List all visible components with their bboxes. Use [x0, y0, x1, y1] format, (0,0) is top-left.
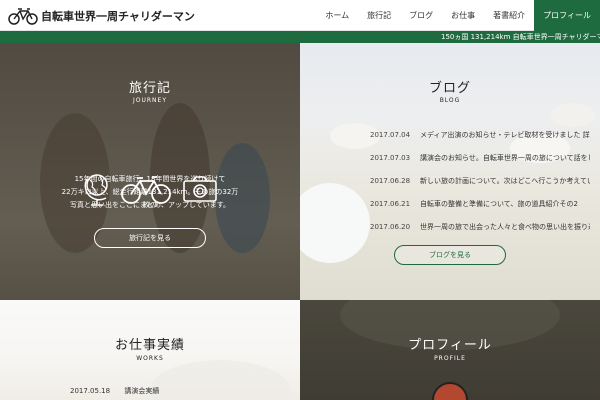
blog-entry-title[interactable]: 講演会のお知らせ。自転車世界一周の旅について話をします [420, 153, 590, 163]
nav-works[interactable]: お仕事 [442, 0, 484, 31]
blog-date: 2017.06.28 [370, 176, 411, 185]
blog-entry-title[interactable]: 自転車の整備と準備について、旅の道具紹介その2 [420, 199, 590, 209]
journey-line-1: 15年間の自転車旅行、18年間世界を巡り続けて [74, 175, 226, 183]
blog-entry-title[interactable]: 新しい旅の計画について。次はどこへ行こうか考えています [420, 176, 590, 186]
journey-line-3: 写真と思い出をここにまとめ、アップしています。 [69, 201, 231, 209]
blog-title: ブログ [428, 81, 471, 96]
blog-panel[interactable]: ブログ BLOG 2017.07.04 メディア出演のお知らせ・テレビ取材を受け… [300, 43, 600, 300]
blog-list: 2017.07.04 メディア出演のお知らせ・テレビ取材を受けました 詳細はこち… [370, 123, 590, 238]
profile-title: プロフィール [408, 338, 492, 353]
journey-title: 旅行記 [128, 81, 171, 96]
nav-profile[interactable]: プロフィール [534, 0, 600, 31]
works-date: 2017.05.18 [70, 387, 111, 395]
blog-entry-title[interactable]: メディア出演のお知らせ・テレビ取材を受けました 詳細はこちらから [420, 130, 590, 140]
site-title: 自転車世界一周チャリダーマン [41, 10, 195, 23]
works-subtitle: WORKS [136, 355, 164, 362]
site-logo[interactable]: 自転車世界一周チャリダーマン [8, 6, 195, 26]
journey-button[interactable]: 旅行記を見る [94, 228, 206, 248]
bicycle-logo-icon [8, 8, 38, 25]
site-header: 自転車世界一周チャリダーマン ホーム 旅行記 ブログ お仕事 著書紹介 プロフィ… [0, 0, 600, 31]
list-item[interactable]: 2017.06.21 自転車の整備と準備について、旅の道具紹介その2 [370, 192, 590, 215]
nav-home[interactable]: ホーム [316, 0, 358, 31]
list-item[interactable]: 2017.06.20 世界一周の旅で出会った人々と食べ物の思い出を振り返る [370, 215, 590, 238]
works-entry-title[interactable]: 講演会実績 [124, 387, 159, 395]
nav-journey[interactable]: 旅行記 [358, 0, 400, 31]
journey-subtitle: JOURNEY [133, 97, 167, 104]
profile-subtitle: PROFILE [434, 355, 466, 362]
blog-date: 2017.06.20 [370, 222, 411, 231]
journey-panel[interactable]: 旅行記 JOURNEY 15年間の自転車旅行、18年間世界を巡り続けて 22万キ… [0, 43, 300, 300]
nav-blog[interactable]: ブログ [400, 0, 442, 31]
list-item[interactable]: 2017.05.18 講演会実績 [70, 386, 159, 396]
list-item[interactable]: 2017.07.03 講演会のお知らせ。自転車世界一周の旅について話をします [370, 146, 590, 169]
list-item[interactable]: 2017.07.04 メディア出演のお知らせ・テレビ取材を受けました 詳細はこち… [370, 123, 590, 146]
blog-date: 2017.06.21 [370, 199, 411, 208]
works-panel[interactable]: お仕事実績 WORKS 2017.05.18 講演会実績 [0, 300, 300, 400]
blog-date: 2017.07.04 [370, 130, 411, 139]
ticker-bar: 150ヵ国 131,214km 自転車世界一周チャリダーマン公式Webサイト [0, 31, 600, 43]
works-title: お仕事実績 [114, 338, 185, 353]
blog-subtitle: BLOG [439, 97, 461, 104]
list-item[interactable]: 2017.06.28 新しい旅の計画について。次はどこへ行こうか考えています [370, 169, 590, 192]
nav-books[interactable]: 著書紹介 [484, 0, 534, 31]
ticker-text: 150ヵ国 131,214km 自転車世界一周チャリダーマン公式Webサイト [441, 33, 600, 41]
blog-entry-title[interactable]: 世界一周の旅で出会った人々と食べ物の思い出を振り返る [420, 222, 590, 232]
profile-panel[interactable]: プロフィール PROFILE [300, 300, 600, 400]
main-nav: ホーム 旅行記 ブログ お仕事 著書紹介 プロフィール [316, 0, 600, 31]
blog-button[interactable]: ブログを見る [394, 245, 506, 265]
blog-date: 2017.07.03 [370, 153, 411, 162]
